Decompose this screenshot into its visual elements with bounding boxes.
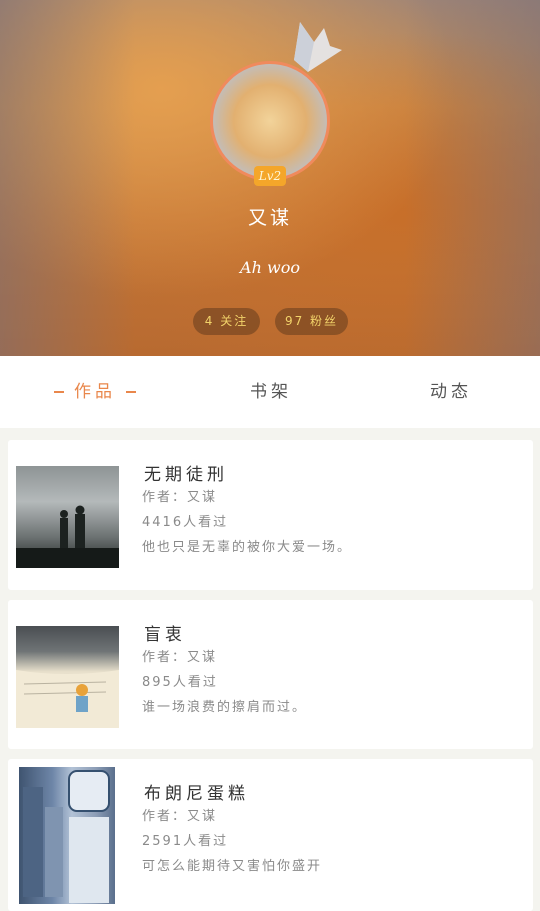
profile-tabs: 作品 书架 动态	[0, 356, 540, 428]
fans-count-button[interactable]: 97 粉丝	[275, 308, 348, 335]
work-title: 无期徒刑	[144, 465, 228, 485]
tab-works[interactable]: 作品	[44, 356, 146, 428]
username: 又谋	[247, 207, 292, 229]
work-card[interactable]: 无期徒刑 作者：又谋 4416人看过 他也只是无辜的被你大爱一场。	[8, 440, 533, 590]
following-count-button[interactable]: 4 关注	[193, 308, 260, 335]
work-author: 作者：又谋	[142, 650, 218, 665]
profile-header: Lv2 又谋 Ah woo 4 关注 97 粉丝	[0, 0, 540, 356]
level-badge: Lv2	[254, 166, 286, 186]
tab-bookshelf-label: 书架	[250, 382, 292, 402]
tab-bookshelf[interactable]: 书架	[250, 356, 292, 428]
cover-silhouette-image	[16, 505, 119, 568]
work-views: 895人看过	[142, 675, 218, 690]
tab-activity-label: 动态	[430, 382, 472, 402]
cover-street-image	[23, 770, 110, 903]
avatar-image	[210, 61, 330, 181]
work-description: 谁一场浪费的擦肩而过。	[142, 700, 308, 715]
work-description: 可怎么能期待又害怕你盛开	[142, 859, 323, 874]
crown-icon	[294, 22, 342, 72]
cover-book-image	[16, 670, 119, 728]
signature: Ah woo	[240, 258, 300, 277]
work-cover	[16, 466, 119, 568]
work-cover	[19, 767, 115, 904]
work-card[interactable]: 布朗尼蛋糕 作者：又谋 2591人看过 可怎么能期待又害怕你盛开	[8, 759, 533, 911]
work-views: 2591人看过	[142, 834, 229, 849]
work-description: 他也只是无辜的被你大爱一场。	[142, 540, 353, 555]
work-title: 布朗尼蛋糕	[144, 784, 249, 804]
work-author: 作者：又谋	[142, 809, 218, 824]
avatar[interactable]	[210, 61, 330, 181]
tab-activity[interactable]: 动态	[430, 356, 472, 428]
work-cover	[16, 626, 119, 728]
work-views: 4416人看过	[142, 515, 229, 530]
tab-indicator-right	[126, 391, 136, 393]
work-author: 作者：又谋	[142, 490, 218, 505]
tab-works-label: 作品	[74, 382, 116, 402]
work-title: 盲衷	[144, 625, 186, 645]
tab-indicator-left	[54, 391, 64, 393]
work-card[interactable]: 盲衷 作者：又谋 895人看过 谁一场浪费的擦肩而过。	[8, 600, 533, 749]
